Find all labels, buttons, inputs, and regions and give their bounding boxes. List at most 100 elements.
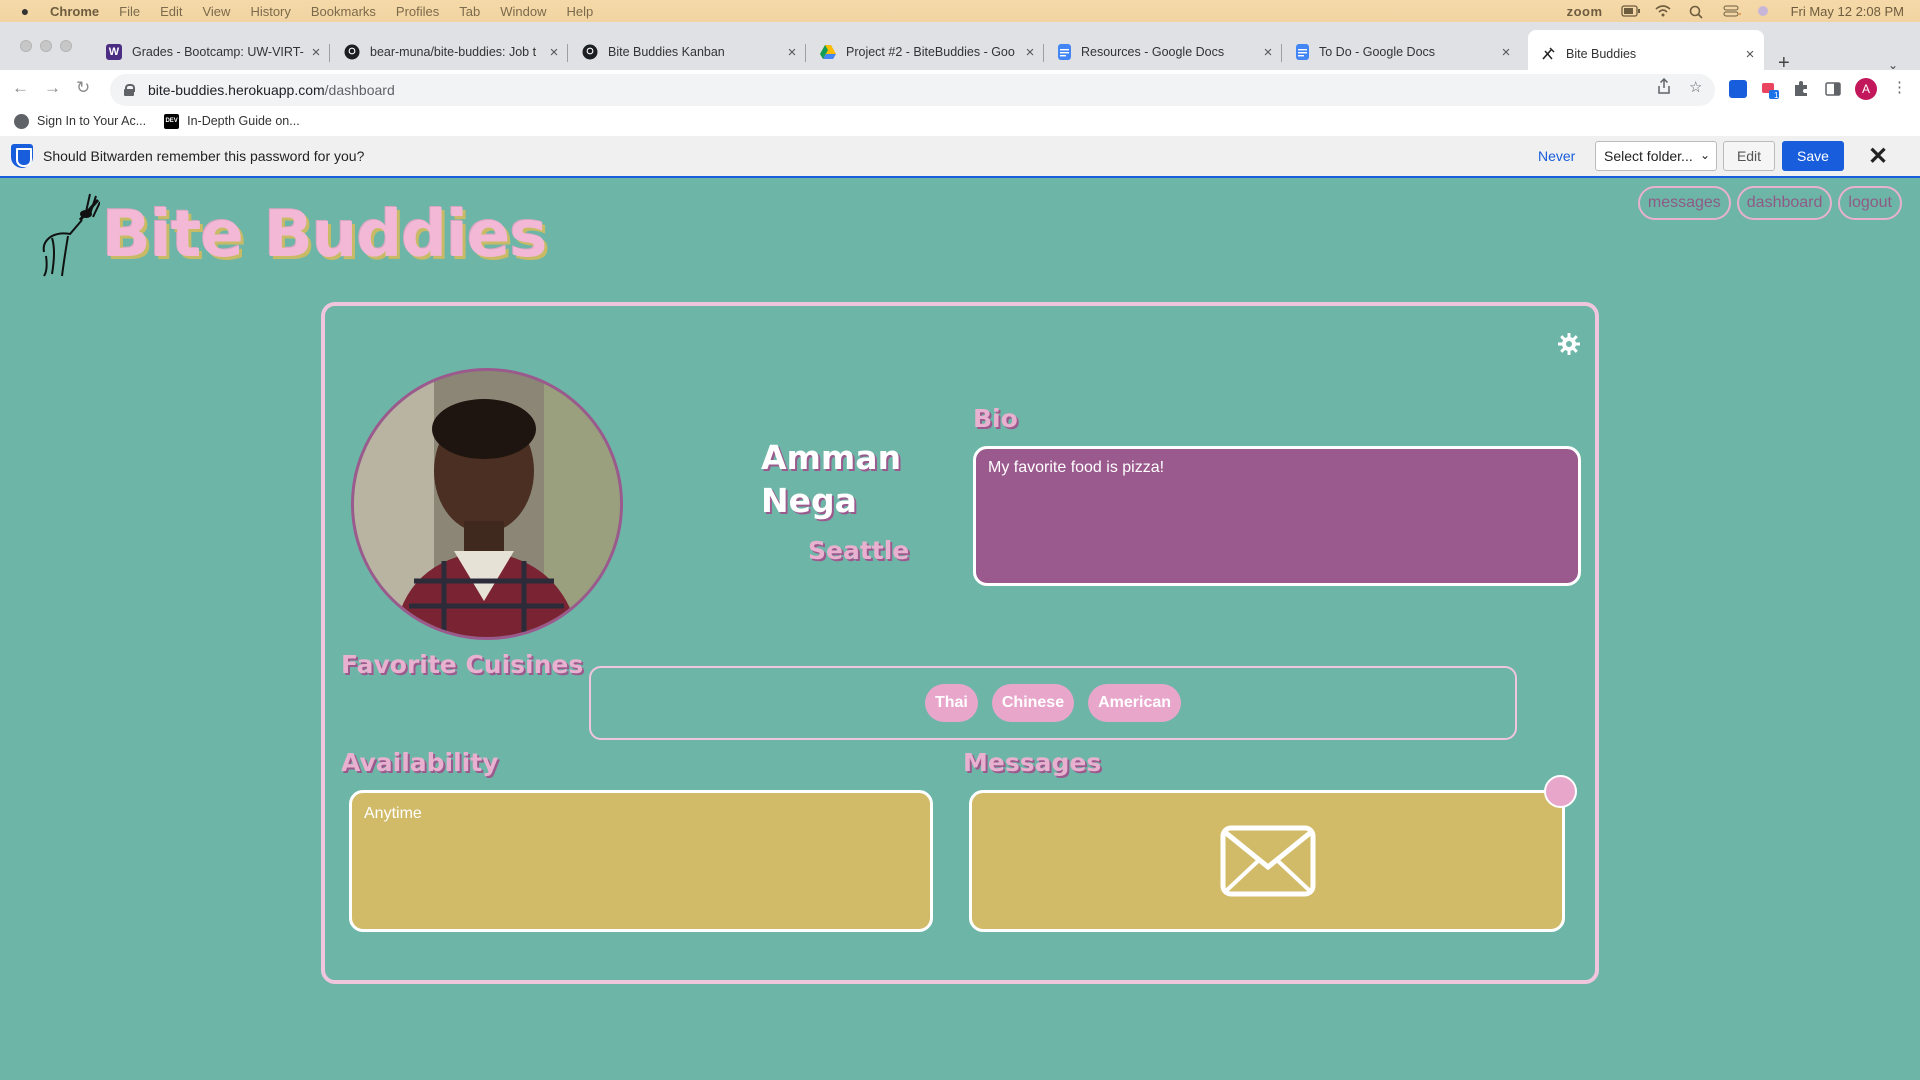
bookmark-star-icon[interactable]: ☆: [1689, 78, 1702, 96]
menu-edit[interactable]: Edit: [160, 4, 182, 19]
folder-select[interactable]: Select folder... ⌄: [1595, 141, 1717, 171]
menu-bookmarks[interactable]: Bookmarks: [311, 4, 376, 19]
back-icon[interactable]: ←: [12, 78, 29, 98]
top-nav: messages dashboard logout: [1637, 186, 1902, 220]
tab-kanban[interactable]: Bite Buddies Kanban ×: [570, 32, 806, 72]
tab-bite-buddies-repo[interactable]: bear-muna/bite-buddies: Job t ×: [332, 32, 568, 72]
chrome-menu-icon[interactable]: ⋮: [1892, 78, 1907, 96]
tab-label: Bite Buddies: [1566, 47, 1637, 61]
mac-menu-bar: ● Chrome File Edit View History Bookmark…: [0, 0, 1920, 22]
w-icon: W: [106, 44, 122, 60]
window-controls: [20, 40, 72, 52]
last-name: Nega: [761, 481, 857, 520]
bitwarden-shield-icon: [11, 144, 33, 168]
menu-profiles[interactable]: Profiles: [396, 4, 439, 19]
edit-button[interactable]: Edit: [1723, 141, 1775, 171]
tab-label: Bite Buddies Kanban: [608, 45, 725, 59]
tab-todo[interactable]: To Do - Google Docs ×: [1284, 32, 1520, 72]
lock-icon[interactable]: [124, 84, 135, 96]
bitwarden-extension-icon[interactable]: [1729, 80, 1747, 98]
app-logo[interactable]: Bite Buddies: [38, 190, 547, 280]
apple-icon[interactable]: ●: [10, 3, 40, 19]
close-icon[interactable]: ✕: [1868, 142, 1888, 171]
battery-icon[interactable]: [1620, 5, 1640, 17]
url-host: bite-buddies.herokuapp.com: [148, 82, 325, 98]
tab-separator: [1043, 44, 1044, 62]
nav-dashboard[interactable]: dashboard: [1736, 186, 1833, 220]
address-bar[interactable]: bite-buddies.herokuapp.com/dashboard: [110, 74, 1715, 106]
bookmark-in-depth-guide[interactable]: DEV In-Depth Guide on...: [164, 113, 300, 129]
share-icon[interactable]: [1657, 77, 1671, 98]
folder-select-value: Select folder...: [1604, 148, 1693, 164]
tab-grades[interactable]: W Grades - Bootcamp: UW-VIRT- ×: [94, 32, 330, 72]
close-tab-icon[interactable]: ×: [1498, 44, 1514, 61]
url-path: /dashboard: [324, 82, 395, 98]
close-tab-icon[interactable]: ×: [1022, 44, 1038, 61]
zoom-status[interactable]: zoom: [1567, 4, 1603, 19]
tab-separator: [567, 44, 568, 62]
side-panel-icon[interactable]: [1824, 80, 1842, 98]
profile-avatar[interactable]: A: [1855, 78, 1877, 100]
wifi-icon[interactable]: [1655, 5, 1671, 17]
bookmark-sign-in[interactable]: Sign In to Your Ac...: [14, 113, 147, 129]
profile-city: Seattle: [808, 536, 910, 565]
svg-text:1: 1: [1774, 91, 1779, 100]
close-tab-icon[interactable]: ×: [308, 44, 324, 61]
reload-icon[interactable]: ↻: [76, 78, 90, 98]
menu-file[interactable]: File: [119, 4, 140, 19]
close-tab-icon[interactable]: ×: [1742, 46, 1758, 63]
spotlight-search-icon[interactable]: [1689, 5, 1705, 19]
forward-icon[interactable]: →: [44, 78, 61, 98]
messages-box[interactable]: [969, 790, 1565, 932]
bite-buddies-icon: [1540, 46, 1556, 62]
tab-resources[interactable]: Resources - Google Docs ×: [1046, 32, 1282, 72]
profile-photo-image: [354, 371, 620, 637]
tab-label: Grades - Bootcamp: UW-VIRT-: [132, 45, 304, 59]
first-name: Amman: [761, 438, 902, 477]
close-tab-icon[interactable]: ×: [784, 44, 800, 61]
close-window-button[interactable]: [20, 40, 32, 52]
tab-label: To Do - Google Docs: [1319, 45, 1436, 59]
clock[interactable]: Fri May 12 2:08 PM: [1791, 4, 1904, 19]
nav-messages[interactable]: messages: [1637, 186, 1731, 220]
availability-box: Anytime: [349, 790, 933, 932]
gear-icon[interactable]: [1557, 332, 1581, 356]
extensions-puzzle-icon[interactable]: [1792, 80, 1810, 98]
never-button[interactable]: Never: [1538, 148, 1575, 164]
menu-app-name[interactable]: Chrome: [50, 4, 99, 19]
github-icon: [344, 44, 360, 60]
unread-notification-dot: [1544, 775, 1577, 808]
globe-icon: [14, 113, 29, 129]
cuisine-chip-thai: Thai: [924, 684, 978, 722]
nav-logout[interactable]: logout: [1838, 186, 1902, 220]
maximize-window-button[interactable]: [60, 40, 72, 52]
tab-label: Project #2 - BiteBuddies - Goo: [846, 45, 1015, 59]
close-tab-icon[interactable]: ×: [546, 44, 562, 61]
menu-window[interactable]: Window: [500, 4, 546, 19]
menu-history[interactable]: History: [250, 4, 290, 19]
tab-project[interactable]: Project #2 - BiteBuddies - Goo ×: [808, 32, 1044, 72]
control-center-icon[interactable]: [1723, 5, 1741, 17]
github-icon: [582, 44, 598, 60]
close-tab-icon[interactable]: ×: [1260, 44, 1276, 61]
siri-icon[interactable]: [1757, 5, 1773, 17]
cuisine-chip-american: American: [1088, 684, 1182, 722]
dev-icon: DEV: [164, 113, 180, 129]
bookmark-label: Sign In to Your Ac...: [37, 114, 147, 128]
save-button[interactable]: Save: [1782, 141, 1844, 171]
menu-tab[interactable]: Tab: [459, 4, 480, 19]
minimize-window-button[interactable]: [40, 40, 52, 52]
envelope-icon[interactable]: [1220, 825, 1316, 897]
availability-heading: Availability: [341, 748, 499, 777]
bookmarks-bar: Sign In to Your Ac... DEV In-Depth Guide…: [0, 106, 1920, 136]
profile-photo: [351, 368, 623, 640]
tab-label: Resources - Google Docs: [1081, 45, 1225, 59]
menu-view[interactable]: View: [202, 4, 230, 19]
menu-help[interactable]: Help: [567, 4, 594, 19]
cuisine-chip-chinese: Chinese: [991, 684, 1075, 722]
docs-icon: [1296, 44, 1309, 60]
bitwarden-prompt: Should Bitwarden remember this password …: [43, 148, 365, 164]
tab-separator: [1281, 44, 1282, 62]
profile-card: Amman Nega Seattle Bio My favorite food …: [321, 302, 1599, 984]
extension-badge-icon[interactable]: 1: [1761, 80, 1779, 100]
